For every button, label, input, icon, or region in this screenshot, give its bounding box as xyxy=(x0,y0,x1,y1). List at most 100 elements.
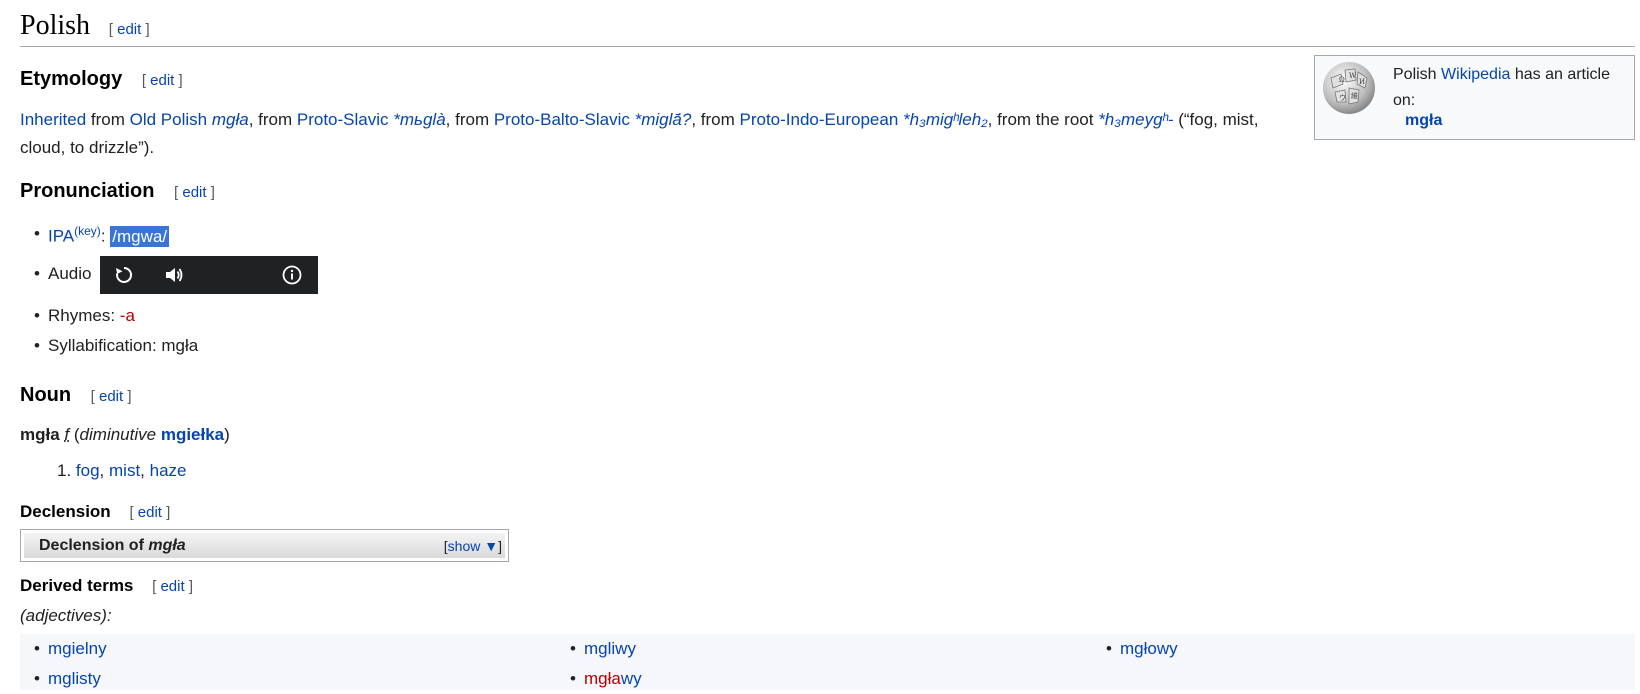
svg-text:Ω: Ω xyxy=(1339,76,1345,84)
section-edit: [ edit ] xyxy=(108,21,150,38)
svg-text:И: И xyxy=(1359,78,1365,86)
wikipedia-globe-icon: Ω W И ウ 維 xyxy=(1323,62,1375,114)
ipa-item: IPA(key): /mɡwa/ xyxy=(34,224,170,247)
old-polish-link[interactable]: Old Polish xyxy=(130,110,207,129)
declension-title-pre: Declension of xyxy=(39,537,149,554)
etymology-line-1: Inherited from Old Polish mgła, from Pro… xyxy=(20,106,1300,134)
ipa-list: IPA(key): /mɡwa/ xyxy=(34,224,170,247)
derived-term-link[interactable]: mgliwy xyxy=(584,639,636,658)
derived-terms-edit: [ edit ] xyxy=(152,578,193,595)
pronunciation-edit: [ edit ] xyxy=(174,184,215,201)
volume-icon[interactable] xyxy=(164,265,184,285)
declension-show-toggle: [show ▼] xyxy=(444,538,502,554)
derived-term-link[interactable]: mgielny xyxy=(48,639,107,658)
infobox-article-link[interactable]: mgła xyxy=(1405,112,1442,130)
mbgla-link[interactable]: *mьglà xyxy=(393,110,445,129)
svg-text:W: W xyxy=(1349,72,1357,80)
declension-heading-text: Declension xyxy=(20,502,111,521)
section-heading: Polish [ edit ] xyxy=(20,10,1635,47)
page-title: Polish xyxy=(20,10,91,41)
noun-headword-line: mgła f (diminutive mgiełka) xyxy=(20,421,230,449)
pronunciation-heading: Pronunciation [ edit ] xyxy=(20,180,215,203)
wikipedia-infobox: Ω W И ウ 維 Polish Wikipedia has an articl… xyxy=(1314,55,1635,140)
noun-edit-link[interactable]: edit xyxy=(99,388,123,405)
audio-list: Audio xyxy=(34,264,91,284)
noun-headword: mgła xyxy=(20,425,60,444)
rhymes-link[interactable]: -a xyxy=(120,306,135,325)
dim-open: ( xyxy=(69,425,80,444)
audio-label: Audio xyxy=(48,264,92,283)
noun-edit: [ edit ] xyxy=(90,388,132,405)
fog-link[interactable]: fog xyxy=(76,461,100,480)
derived-terms-heading-text: Derived terms xyxy=(20,576,134,595)
haze-link[interactable]: haze xyxy=(150,461,187,480)
declension-edit: [ edit ] xyxy=(129,504,171,521)
proto-indo-european-link[interactable]: Proto-Indo-European xyxy=(740,110,899,129)
diminutive-link[interactable]: mgiełka xyxy=(161,425,224,444)
etym-from-1: from xyxy=(86,110,130,129)
declension-edit-link[interactable]: edit xyxy=(138,504,162,521)
dim-close: ) xyxy=(224,425,230,444)
ipa-value[interactable]: /mɡwa/ xyxy=(110,225,170,247)
etym-gloss-a: (“fog, mist, xyxy=(1173,110,1259,129)
ipa-key-link[interactable]: (key) xyxy=(74,224,101,238)
svg-text:ウ: ウ xyxy=(1339,94,1346,102)
syllabification-item: Syllabification: mgła xyxy=(34,336,198,356)
declension-table-title: Declension of mgła xyxy=(39,537,186,555)
mgla-old-polish-link[interactable]: mgła xyxy=(212,110,249,129)
derived-column-3: mgłowy xyxy=(1106,634,1178,664)
etymology-heading-text: Etymology xyxy=(20,68,123,90)
etymology-edit-link[interactable]: edit xyxy=(150,72,174,89)
list-item: mgłowy xyxy=(1106,634,1178,664)
etymology-line-2: cloud, to drizzle”). xyxy=(20,138,155,157)
declension-heading: Declension [ edit ] xyxy=(20,502,170,522)
section-edit-link[interactable]: edit xyxy=(117,21,141,38)
derived-term-link-part[interactable]: wy xyxy=(621,669,642,688)
derived-term-link[interactable]: mgłowy xyxy=(1120,639,1178,658)
derived-term-redlink-part[interactable]: mgła xyxy=(584,669,621,688)
diminutive-label: diminutive xyxy=(79,425,157,444)
migla-link[interactable]: *miglā́? xyxy=(635,110,692,129)
ipa-colon: : xyxy=(100,226,111,246)
syllabification-value: mgła xyxy=(161,336,199,355)
sense-1: 1. fog, mist, haze xyxy=(57,457,187,485)
info-icon[interactable] xyxy=(282,265,302,285)
rhymes-label: Rhymes: xyxy=(48,306,120,325)
proto-slavic-link[interactable]: Proto-Slavic xyxy=(297,110,389,129)
sense-comma-1: , xyxy=(99,461,109,480)
wikipedia-link[interactable]: Wikipedia xyxy=(1441,66,1510,83)
pie-form-link[interactable]: *h₃migʰleh₂ xyxy=(903,110,988,129)
derived-column-2: mgliwy mgławy xyxy=(570,634,642,694)
sense-comma-2: , xyxy=(140,461,150,480)
pronunciation-edit-link[interactable]: edit xyxy=(182,184,206,201)
rhymes-list: Rhymes: -a xyxy=(34,306,135,326)
etym-from-3: , from xyxy=(445,110,494,129)
derived-term-link[interactable]: mglisty xyxy=(48,669,101,688)
declension-table-collapsed: Declension of mgła [show ▼] xyxy=(20,529,509,562)
derived-terms-box xyxy=(20,634,1635,690)
replay-icon[interactable] xyxy=(114,265,134,285)
pie-root-link[interactable]: *h₃meygʰ- xyxy=(1098,110,1173,129)
noun-heading-text: Noun xyxy=(20,384,72,406)
derived-subhead: (adjectives): xyxy=(20,606,112,625)
syllabification-list: Syllabification: mgła xyxy=(34,336,198,356)
etymology-heading: Etymology [ edit ] xyxy=(20,68,183,91)
noun-heading: Noun [ edit ] xyxy=(20,384,132,407)
svg-text:維: 維 xyxy=(1351,91,1358,100)
etymology-text: Inherited from Old Polish mgła, from Pro… xyxy=(20,106,1300,162)
audio-item: Audio xyxy=(34,264,91,284)
audio-player[interactable] xyxy=(100,256,318,294)
derived-terms-edit-link[interactable]: edit xyxy=(160,578,184,595)
etym-from-5: , from the root xyxy=(987,110,1099,129)
etym-from-2: , from xyxy=(248,110,297,129)
inherited-link[interactable]: Inherited xyxy=(20,110,86,129)
mist-link[interactable]: mist xyxy=(109,461,140,480)
derived-terms-heading: Derived terms [ edit ] xyxy=(20,576,193,596)
show-button[interactable]: show ▼ xyxy=(448,538,498,554)
list-item: mgliwy xyxy=(570,634,642,664)
rhymes-item: Rhymes: -a xyxy=(34,306,135,326)
ipa-link[interactable]: IPA xyxy=(48,227,74,246)
list-item: mgielny xyxy=(34,634,107,664)
proto-balto-slavic-link[interactable]: Proto-Balto-Slavic xyxy=(494,110,630,129)
show-close-bracket: ] xyxy=(498,538,502,554)
